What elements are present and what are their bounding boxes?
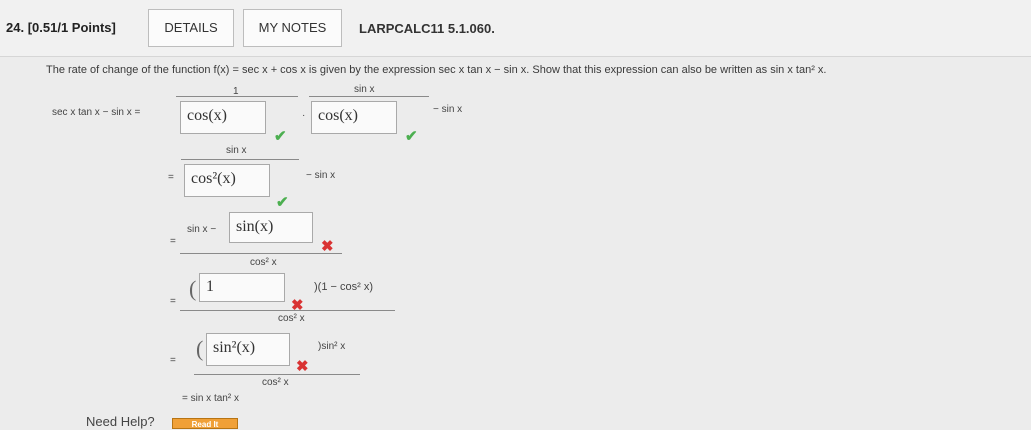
answer-box-2[interactable]: cos(x) (311, 101, 397, 134)
denominator: cos² x (262, 377, 289, 388)
question-number-text: 24. (6, 20, 25, 35)
question-number: 24. [0.51/1 Points] (6, 20, 116, 35)
denominator: cos² x (278, 313, 305, 324)
incorrect-x-icon: ✖ (296, 358, 309, 375)
points-text: [0.51/1 Points] (27, 20, 116, 35)
answer-box-5-value: 1 (206, 278, 214, 295)
equals-sign: = (168, 172, 174, 183)
fraction-bar (176, 96, 298, 97)
open-paren: ( (189, 276, 197, 301)
fraction-2-numerator: sin x (354, 84, 375, 95)
correct-check-icon: ✔ (274, 128, 287, 145)
numerator-prefix: sin x − (187, 224, 217, 235)
multiply-dot: · (302, 110, 306, 121)
equals-sign: = (170, 296, 176, 307)
correct-check-icon: ✔ (276, 194, 289, 211)
factor-term-text: sin² x (321, 341, 346, 352)
answer-box-2-value: cos(x) (318, 107, 358, 124)
factor-term-text: (1 − cos² x) (317, 281, 373, 293)
equals-sign: = (170, 355, 176, 366)
correct-check-icon: ✔ (405, 128, 418, 145)
fraction-bar (180, 310, 395, 311)
denominator: cos² x (250, 257, 277, 268)
answer-box-5[interactable]: 1 (199, 273, 285, 302)
question-header: 24. [0.51/1 Points] DETAILS MY NOTES LAR… (0, 0, 1031, 57)
answer-box-4-value: sin(x) (236, 218, 274, 235)
answer-box-6[interactable]: sin²(x) (206, 333, 290, 366)
my-notes-button[interactable]: MY NOTES (243, 9, 342, 47)
answer-box-1-value: cos(x) (187, 107, 227, 124)
question-prompt: The rate of change of the function f(x) … (46, 64, 827, 76)
fraction-bar (180, 253, 342, 254)
fraction-numerator: sin x (226, 145, 247, 156)
minus-sin-term: − sin x (433, 104, 463, 115)
fraction-bar (309, 96, 429, 97)
final-expression: = sin x tan² x (182, 393, 239, 404)
open-paren: ( (196, 336, 204, 361)
incorrect-x-icon: ✖ (291, 297, 304, 314)
equals-sign: = (170, 236, 176, 247)
fraction-bar (194, 374, 360, 375)
answer-box-1[interactable]: cos(x) (180, 101, 266, 134)
factor-term: )sin² x (318, 341, 346, 352)
factor-term: )(1 − cos² x) (314, 281, 373, 293)
answer-box-3[interactable]: cos²(x) (184, 164, 270, 197)
problem-code: LARPCALC11 5.1.060. (359, 21, 495, 36)
details-button[interactable]: DETAILS (148, 9, 234, 47)
fraction-bar (181, 159, 299, 160)
minus-sin-term: − sin x (306, 170, 336, 181)
answer-box-6-value: sin²(x) (213, 339, 256, 356)
answer-box-4[interactable]: sin(x) (229, 212, 313, 243)
need-help-label: Need Help? (86, 414, 155, 429)
read-it-button[interactable]: Read It (172, 418, 238, 429)
answer-box-3-value: cos²(x) (191, 170, 236, 187)
lhs-expression: sec x tan x − sin x = (52, 107, 141, 118)
